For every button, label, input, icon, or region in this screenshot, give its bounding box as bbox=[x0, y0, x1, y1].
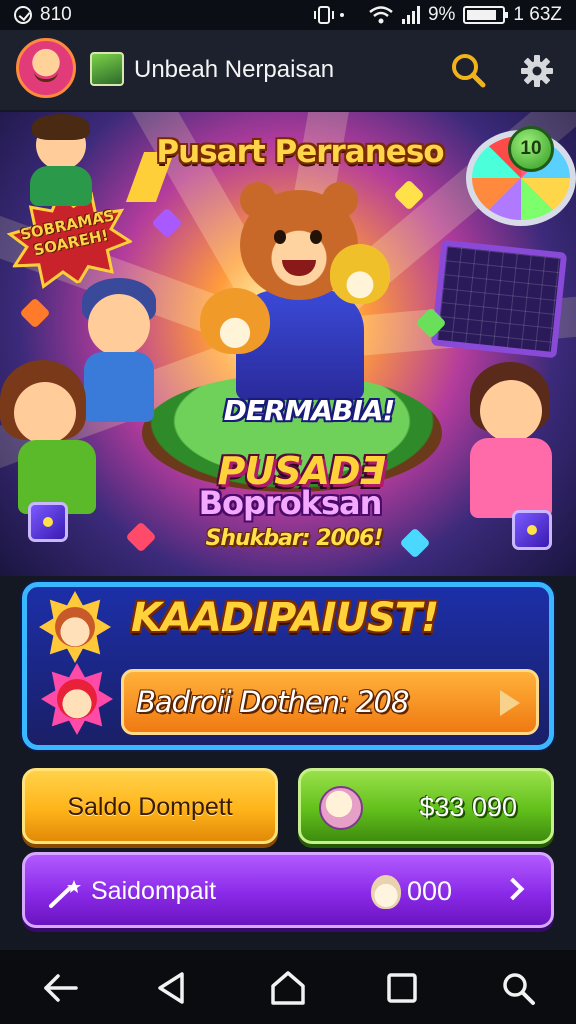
wallet-label: Saidompait bbox=[91, 877, 217, 905]
star-badge-icon bbox=[41, 663, 113, 735]
fox-character bbox=[330, 244, 390, 304]
banner-promo-text: Boproksan bbox=[198, 484, 383, 522]
chevron-right-icon bbox=[501, 877, 525, 901]
banner-headline: Pusart Perraneso bbox=[156, 134, 444, 170]
play-arrow-icon bbox=[500, 690, 520, 716]
kid-hair bbox=[32, 114, 90, 140]
balance-value: $33 090 bbox=[419, 792, 517, 822]
fox-character bbox=[200, 288, 270, 354]
promo-action-label: Badroii Dothen: 208 bbox=[136, 685, 409, 719]
star-badge-icon bbox=[39, 591, 111, 663]
game-board-image bbox=[430, 239, 568, 359]
battery-percent: 9% bbox=[427, 4, 456, 25]
status-left: 810 bbox=[14, 4, 72, 26]
vibrate-icon bbox=[313, 6, 344, 24]
status-right: 9% 1 63Z bbox=[313, 4, 562, 26]
wallet-button[interactable]: Saidompait 000 bbox=[22, 852, 554, 928]
signal-icon bbox=[401, 6, 420, 24]
girl-character bbox=[14, 382, 76, 444]
mascot-mouth bbox=[282, 260, 316, 276]
banner-subtitle: Shukbar: 2006! bbox=[205, 526, 384, 551]
dice-icon bbox=[28, 502, 68, 542]
app-header: Unbeah Nerpaisan bbox=[0, 30, 576, 110]
gem-icon bbox=[19, 297, 51, 329]
battery-fill bbox=[467, 10, 497, 20]
boy-character bbox=[88, 294, 150, 356]
mascot-eye bbox=[310, 230, 322, 244]
status-clock: 1 63Z bbox=[513, 4, 562, 25]
saldo-dompet-button[interactable]: Saldo Dompett bbox=[22, 768, 278, 844]
magic-wand-icon bbox=[49, 880, 81, 908]
page-title: Unbeah Nerpaisan bbox=[134, 56, 335, 83]
promo-card: KAADIPAIUST! Badroii Dothen: 208 bbox=[22, 582, 554, 750]
coin-mascot-icon bbox=[319, 786, 363, 830]
back-arrow-icon[interactable] bbox=[40, 968, 80, 1008]
mascot-face-icon bbox=[55, 607, 95, 647]
girl-character bbox=[480, 380, 542, 442]
banner-title-line2: DERMABIA! bbox=[223, 394, 396, 427]
wifi-icon bbox=[369, 6, 393, 24]
battery-icon bbox=[463, 6, 509, 24]
home-icon[interactable] bbox=[268, 968, 308, 1008]
gem-icon bbox=[151, 207, 183, 239]
balance-button[interactable]: $33 090 bbox=[298, 768, 554, 844]
gem-icon bbox=[125, 521, 157, 553]
level-badge: 10 bbox=[508, 126, 554, 172]
search-icon[interactable] bbox=[498, 968, 538, 1008]
girl-body bbox=[470, 438, 552, 518]
mascot-face-icon bbox=[57, 679, 97, 719]
gear-icon[interactable] bbox=[520, 54, 554, 88]
saldo-dompet-label: Saldo Dompett bbox=[67, 793, 233, 821]
square-recents-icon[interactable] bbox=[382, 968, 422, 1008]
system-nav-bar bbox=[0, 950, 576, 1024]
promo-action-button[interactable]: Badroii Dothen: 208 bbox=[121, 669, 539, 735]
app-logo-icon bbox=[90, 52, 124, 86]
search-icon[interactable] bbox=[448, 50, 488, 90]
avatar[interactable] bbox=[16, 38, 76, 98]
boy-body bbox=[84, 352, 154, 422]
status-time: 810 bbox=[40, 4, 72, 25]
mascot-eye bbox=[274, 230, 286, 244]
wallet-count: 000 bbox=[407, 876, 453, 906]
status-bar: 810 9% 1 63Z bbox=[0, 0, 576, 30]
promo-title: KAADIPAIUST! bbox=[131, 595, 439, 641]
gem-icon bbox=[399, 527, 431, 559]
dice-icon bbox=[512, 510, 552, 550]
money-bag-icon bbox=[371, 875, 401, 909]
triangle-back-icon[interactable] bbox=[152, 968, 192, 1008]
sync-icon bbox=[14, 6, 32, 24]
kid-body bbox=[30, 166, 92, 206]
promo-banner[interactable]: Pusart Perraneso 10 SOBRAMAS SOAREH! PUS… bbox=[0, 112, 576, 576]
app-screen: 810 9% 1 63Z Unbeah Nerpaisan Pusart Per… bbox=[0, 0, 576, 1024]
